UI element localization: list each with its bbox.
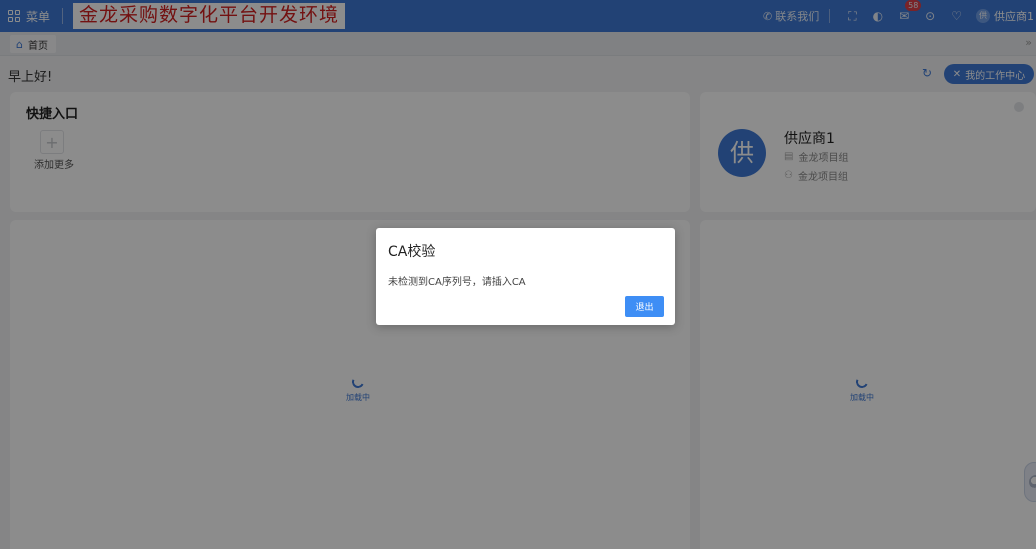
dialog-title: CA校验 <box>388 244 436 260</box>
ca-verification-dialog: CA校验 未检测到CA序列号，请插入CA 退出 <box>376 228 675 325</box>
dialog-message: 未检测到CA序列号，请插入CA <box>388 277 526 288</box>
exit-button[interactable]: 退出 <box>625 296 664 317</box>
